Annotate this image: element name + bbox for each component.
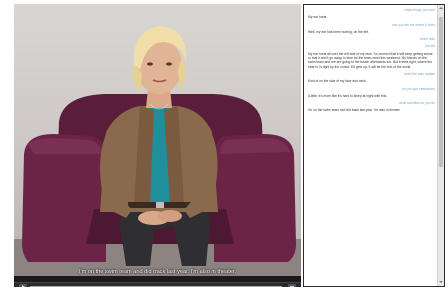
play-icon[interactable] [19,284,27,287]
patient-illustration [14,26,301,276]
transcript-scrollbar[interactable] [437,5,444,286]
scroll-down-icon[interactable] [438,280,444,285]
user-message: what brings you here [404,8,435,12]
patient-message: My ear hurts. [308,15,328,20]
patient-message: Well, my ear has been hurting, on the le… [308,29,369,34]
stop-icon[interactable] [288,284,296,287]
video-progress-bar[interactable] [30,286,282,287]
patient-message: My ear hurts all over the left side of m… [308,51,433,69]
video-progress-fill [30,286,282,287]
user-message: does the pain radiate [404,71,435,76]
user-message: do you get headaches [402,86,435,91]
user-message: can you tell me where it hurts [392,22,435,27]
scroll-up-icon[interactable] [438,6,444,11]
user-message: what activities do you do [399,101,435,106]
patient-message: A little, it's more like it's hard to sl… [308,93,388,98]
subtitle-caption: I'm on the swim team and did track last … [79,269,236,275]
app-window: I'm on the swim team and did track last … [0,0,448,291]
video-player[interactable]: I'm on the swim team and did track last … [14,4,301,287]
user-message: which side [419,37,435,42]
virtual-patient-scene [14,4,301,276]
patient-message: Kind of on the side of my face and neck. [308,79,367,84]
video-controls [14,282,301,287]
transcript-panel: what brings you here My ear hurts. can you… [303,4,445,287]
scroll-thumb[interactable] [439,17,443,167]
user-message: the left [425,44,435,49]
transcript-list[interactable]: what brings you here My ear hurts. can you… [304,5,438,286]
patient-message: I'm on the swim team and did track last … [308,108,401,113]
